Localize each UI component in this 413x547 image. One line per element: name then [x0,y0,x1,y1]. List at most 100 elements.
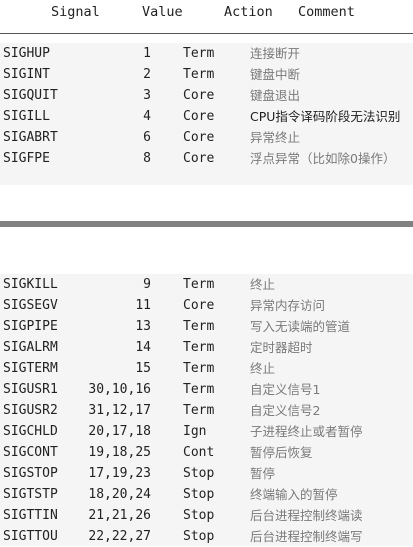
comment-cell: 键盘中断 [250,67,301,82]
value-cell: 11 [135,298,151,313]
action-cell: Stop [183,508,215,523]
signal-cell: SIGABRT [3,130,58,145]
comment-cell: 浮点异常（比如除0操作） [250,151,396,166]
value-cell: 9 [143,277,151,292]
action-cell: Term [183,382,215,397]
action-cell: Ign [183,424,207,439]
comment-cell: 自定义信号2 [250,403,321,418]
action-cell: Term [183,340,215,355]
table-row: SIGQUIT 3 Core 键盘退出 [0,85,413,106]
value-cell: 30,10,16 [88,382,151,397]
header-signal: Signal [51,4,100,20]
comment-cell: 写入无读端的管道 [250,319,351,334]
signal-cell: SIGUSR1 [3,382,58,397]
table-row: SIGPIPE 13 Term 写入无读端的管道 [0,316,413,337]
action-cell: Term [183,277,215,292]
table-row: SIGILL 4 Core CPU指令译码阶段无法识别 [0,106,413,127]
value-cell: 4 [143,109,151,124]
action-cell: Core [183,88,215,103]
value-cell: 21,21,26 [88,508,151,523]
value-cell: 19,18,25 [88,445,151,460]
action-cell: Term [183,46,215,61]
comment-cell: CPU指令译码阶段无法识别 [250,109,401,124]
comment-cell: 暂停 [250,466,276,481]
comment-cell: 终端输入的暂停 [250,487,338,502]
signal-cell: SIGINT [3,67,50,82]
signal-cell: SIGALRM [3,340,58,355]
table-row: SIGHUP 1 Term 连接断开 [0,43,413,64]
comment-cell: 异常终止 [250,130,301,145]
action-cell: Core [183,109,215,124]
value-cell: 31,12,17 [88,403,151,418]
signal-cell: SIGHUP [3,46,50,61]
signal-cell: SIGUSR2 [3,403,58,418]
signal-cell: SIGQUIT [3,88,58,103]
comment-cell: 连接断开 [250,46,301,61]
action-cell: Stop [183,529,215,544]
action-cell: Term [183,361,215,376]
comment-cell: 后台进程控制终端写 [250,529,363,544]
table-row: SIGTTOU 22,22,27 Stop 后台进程控制终端写 [0,526,413,547]
signal-cell: SIGTSTP [3,487,58,502]
value-cell: 8 [143,151,151,166]
action-cell: Term [183,403,215,418]
comment-cell: 子进程终止或者暂停 [250,424,363,439]
comment-cell: 暂停后恢复 [250,445,313,460]
table-row: SIGABRT 6 Core 异常终止 [0,127,413,148]
header-action: Action [224,4,273,20]
spacer [0,227,413,274]
table-row: SIGFPE 8 Core 浮点异常（比如除0操作） [0,148,413,169]
signal-cell: SIGTTOU [3,529,58,544]
comment-cell: 键盘退出 [250,88,301,103]
table-row: SIGTSTP 18,20,24 Stop 终端输入的暂停 [0,484,413,505]
comment-cell: 终止 [250,277,276,292]
signal-cell: SIGSTOP [3,466,58,481]
signal-cell: SIGTTIN [3,508,58,523]
table-row: SIGALRM 14 Term 定时器超时 [0,337,413,358]
table-row: SIGSEGV 11 Core 异常内存访问 [0,295,413,316]
action-cell: Term [183,319,215,334]
action-cell: Cont [183,445,215,460]
action-cell: Core [183,151,215,166]
table-row: SIGCHLD 20,17,18 Ign 子进程终止或者暂停 [0,421,413,442]
value-cell: 14 [135,340,151,355]
table-row: SIGCONT 19,18,25 Cont 暂停后恢复 [0,442,413,463]
signal-cell: SIGPIPE [3,319,58,334]
table-row: SIGTERM 15 Term 终止 [0,358,413,379]
action-cell: Core [183,130,215,145]
comment-cell: 定时器超时 [250,340,313,355]
value-cell: 3 [143,88,151,103]
comment-cell: 终止 [250,361,276,376]
table-row: SIGKILL 9 Term 终止 [0,274,413,295]
signal-cell: SIGFPE [3,151,50,166]
table-row: SIGSTOP 17,19,23 Stop 暂停 [0,463,413,484]
value-cell: 18,20,24 [88,487,151,502]
signal-cell: SIGSEGV [3,298,58,313]
table-header: Signal Value Action Comment [0,0,413,34]
value-cell: 6 [143,130,151,145]
signal-cell: SIGILL [3,109,50,124]
value-cell: 2 [143,67,151,82]
comment-cell: 自定义信号1 [250,382,321,397]
signal-cell: SIGKILL [3,277,58,292]
signal-cell: SIGCONT [3,445,58,460]
value-cell: 13 [135,319,151,334]
value-cell: 17,19,23 [88,466,151,481]
table-row: SIGTTIN 21,21,26 Stop 后台进程控制终端读 [0,505,413,526]
table-row: SIGUSR2 31,12,17 Term 自定义信号2 [0,400,413,421]
action-cell: Core [183,298,215,313]
signal-cell: SIGTERM [3,361,58,376]
value-cell: 15 [135,361,151,376]
signal-cell: SIGCHLD [3,424,58,439]
action-cell: Stop [183,466,215,481]
header-value: Value [142,4,183,20]
action-cell: Stop [183,487,215,502]
value-cell: 22,22,27 [88,529,151,544]
spacer [0,185,413,221]
header-comment: Comment [298,4,355,20]
comment-cell: 异常内存访问 [250,298,326,313]
value-cell: 1 [143,46,151,61]
value-cell: 20,17,18 [88,424,151,439]
action-cell: Term [183,67,215,82]
table-row: SIGINT 2 Term 键盘中断 [0,64,413,85]
